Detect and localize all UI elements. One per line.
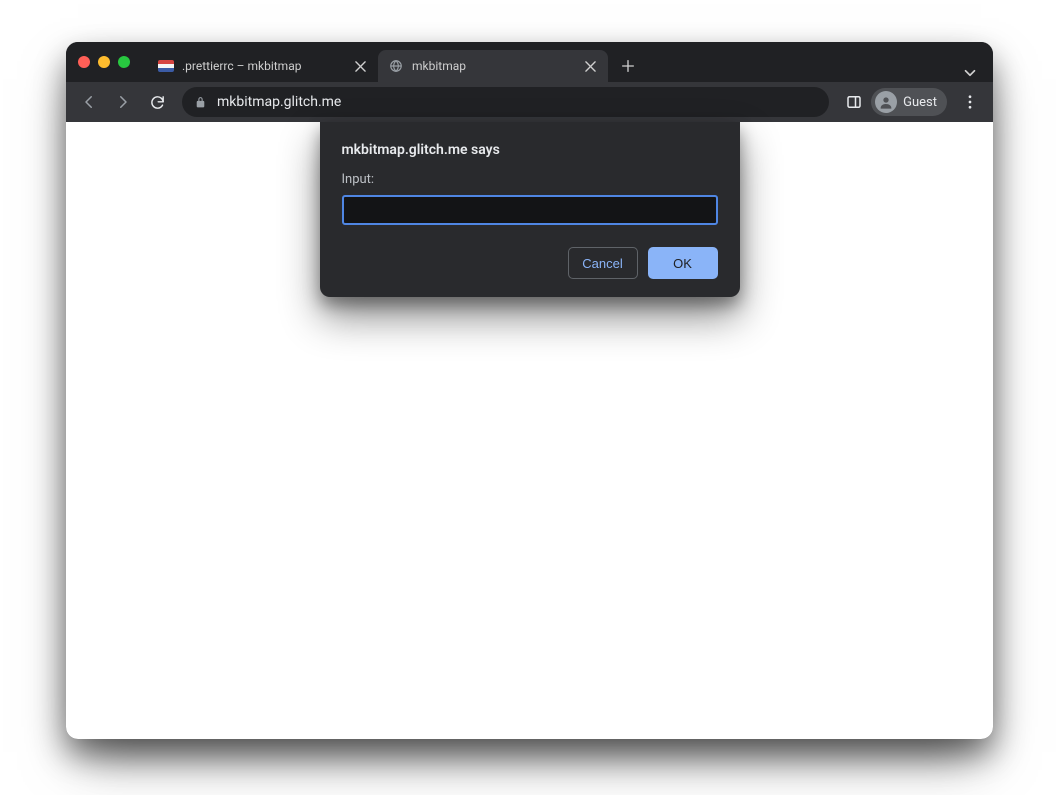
tab-title: mkbitmap (412, 59, 574, 73)
tab-overflow-button[interactable] (961, 64, 979, 82)
window-close-button[interactable] (78, 56, 90, 68)
dialog-button-row: Cancel OK (342, 247, 718, 279)
url-text: mkbitmap.glitch.me (217, 94, 817, 110)
window-controls (78, 56, 130, 68)
tab-strip-bar: .prettierrc – mkbitmap mkbitmap (66, 42, 993, 82)
dialog-title: mkbitmap.glitch.me says (342, 142, 718, 158)
tab-close-button[interactable] (352, 58, 368, 74)
side-panel-icon[interactable] (845, 93, 863, 111)
js-prompt-dialog: mkbitmap.glitch.me says Input: Cancel OK (320, 122, 740, 297)
toolbar-right-controls: Guest (845, 88, 985, 116)
dialog-prompt-label: Input: (342, 172, 718, 187)
new-tab-button[interactable] (614, 52, 642, 80)
back-button[interactable] (74, 87, 104, 117)
reload-button[interactable] (142, 87, 172, 117)
ok-button[interactable]: OK (648, 247, 718, 279)
tab-prettierrc[interactable]: .prettierrc – mkbitmap (148, 50, 378, 82)
tab-strip: .prettierrc – mkbitmap mkbitmap (148, 42, 993, 82)
address-bar[interactable]: mkbitmap.glitch.me (182, 87, 829, 117)
lock-icon (194, 96, 207, 109)
forward-button[interactable] (108, 87, 138, 117)
kebab-menu-icon[interactable] (955, 93, 985, 111)
browser-window: .prettierrc – mkbitmap mkbitmap (66, 42, 993, 739)
window-minimize-button[interactable] (98, 56, 110, 68)
tab-mkbitmap[interactable]: mkbitmap (378, 50, 608, 82)
tab-close-button[interactable] (582, 58, 598, 74)
profile-chip[interactable]: Guest (871, 88, 947, 116)
tab-title: .prettierrc – mkbitmap (182, 59, 344, 73)
favicon-glitch-icon (158, 58, 174, 74)
window-maximize-button[interactable] (118, 56, 130, 68)
favicon-globe-icon (388, 58, 404, 74)
avatar-icon (875, 91, 897, 113)
dialog-input[interactable] (342, 195, 718, 225)
cancel-button[interactable]: Cancel (568, 247, 638, 279)
profile-label: Guest (903, 95, 937, 110)
toolbar: mkbitmap.glitch.me Guest (66, 82, 993, 122)
page-viewport: mkbitmap.glitch.me says Input: Cancel OK (66, 122, 993, 739)
